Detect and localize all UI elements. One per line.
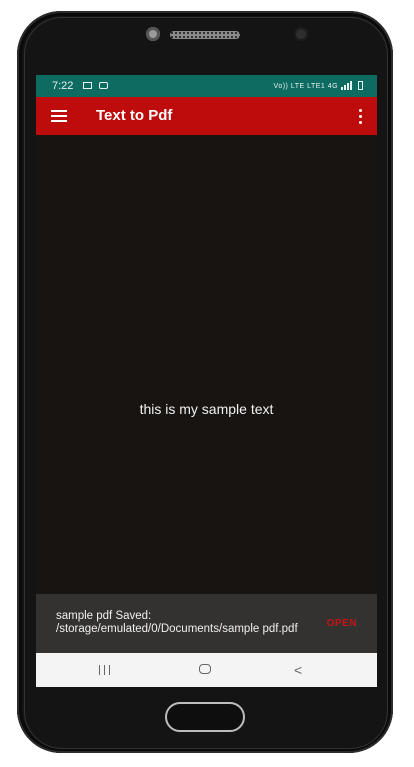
signal-icon [340, 81, 353, 90]
front-camera [146, 27, 160, 41]
battery-icon [358, 81, 363, 90]
snackbar: sample pdf Saved: /storage/emulated/0/Do… [36, 594, 377, 653]
recents-icon[interactable] [99, 665, 111, 675]
text-content-area: this is my sample text [36, 135, 377, 594]
screen: 7:22 Vo)) LTE LTE1 4G Text to Pdf this i… [36, 75, 377, 687]
snackbar-message: sample pdf Saved: /storage/emulated/0/Do… [56, 610, 298, 635]
status-bar: 7:22 Vo)) LTE LTE1 4G [36, 75, 377, 97]
snackbar-open-button[interactable]: OPEN [327, 618, 357, 629]
app-bar: Text to Pdf [36, 97, 377, 135]
hamburger-menu-icon[interactable] [51, 110, 67, 122]
physical-home-button[interactable] [165, 702, 245, 732]
earpiece-speaker [170, 31, 240, 39]
more-vertical-icon[interactable] [357, 109, 363, 125]
status-time: 7:22 [52, 80, 74, 92]
proximity-sensor [296, 29, 306, 39]
back-icon[interactable]: < [294, 662, 302, 678]
navigation-bar: < [36, 653, 377, 687]
app-title: Text to Pdf [96, 107, 173, 124]
message-notification-icon [99, 82, 108, 89]
sample-text: this is my sample text [139, 401, 274, 417]
network-label: Vo)) LTE LTE1 4G [273, 83, 339, 90]
status-indicators: Vo)) LTE LTE1 4G [274, 81, 363, 90]
image-notification-icon [83, 82, 92, 89]
home-icon[interactable] [199, 664, 211, 674]
